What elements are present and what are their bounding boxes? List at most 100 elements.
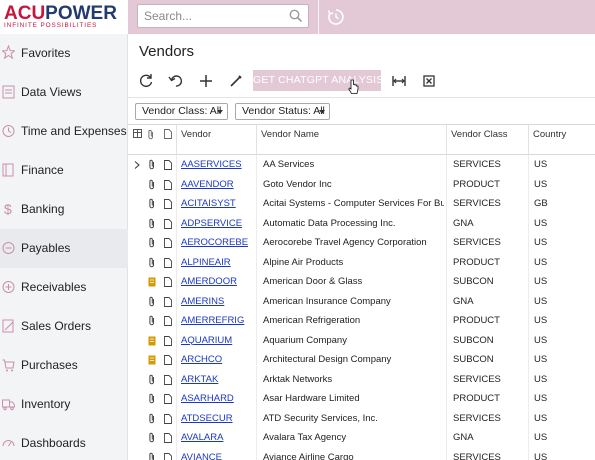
table-row[interactable]: ASARHARD Asar Hardware Limited PRODUCT US [128,389,595,409]
sidebar-item-finance[interactable]: Finance [0,151,128,190]
file-icon[interactable] [164,433,172,443]
file-icon[interactable] [164,179,172,190]
table-row[interactable]: AVALARA Avalara Tax Agency GNA US [128,428,595,448]
history-icon[interactable] [325,6,347,28]
vendor-id-link[interactable]: AMERINS [181,292,255,312]
country-cell: US [534,373,548,385]
sidebar-item-receivables[interactable]: Receivables [0,268,128,307]
sidebar-item-payables[interactable]: Payables [0,229,128,268]
note-icon[interactable] [148,336,156,346]
vendor-id-link[interactable]: ATDSECUR [181,409,255,429]
refresh-icon[interactable] [136,71,156,91]
file-icon[interactable] [164,355,172,365]
sidebar-item-label: Banking [21,202,65,216]
file-icon[interactable] [164,452,172,460]
sidebar-item-data-views[interactable]: Data Views [0,73,128,112]
plus-icon[interactable] [196,71,216,91]
table-row[interactable]: AEROCOREBE Aerocorebe Travel Agency Corpo… [128,233,595,253]
vendor-id-link[interactable]: AVIANCE [181,448,255,460]
table-row[interactable]: ALPINEAIR Alpine Air Products PRODUCT US [128,252,595,273]
paperclip-icon[interactable] [148,393,156,404]
file-icon[interactable] [164,257,172,268]
table-row[interactable]: ARCHCO Architectural Design Company SUBCON… [128,350,595,370]
sidebar-item-inventory[interactable]: Inventory [0,385,128,424]
sidebar-item-purchases[interactable]: Purchases [0,346,128,385]
fit-columns-icon[interactable] [389,71,409,91]
column-header-vendor[interactable]: Vendor [181,125,211,154]
table-row[interactable]: AMERINS American Insurance Company GNA US [128,291,595,312]
table-row[interactable]: AVIANCE Aviance Airline Cargo SERVICES US [128,447,595,460]
note-icon[interactable] [148,355,156,365]
paperclip-icon[interactable] [148,413,156,424]
vendor-class-cell: SUBCON [453,354,494,365]
row-selector-icon[interactable] [134,161,140,169]
sidebar-item-favorites[interactable]: Favorites [0,34,128,73]
paperclip-icon[interactable] [148,218,156,229]
vendor-id-link[interactable]: ACITAISYST [181,194,255,214]
file-icon[interactable] [164,238,172,248]
sidebar-item-sales-orders[interactable]: Sales Orders [0,307,128,346]
pencil-icon[interactable] [226,71,246,91]
vendor-name-cell: Aerocorebe Travel Agency Corporation [263,237,427,248]
vendor-id-link[interactable]: ARCHCO [181,350,255,370]
paperclip-icon[interactable] [148,374,156,385]
grid-settings-icon[interactable] [133,129,143,139]
vendor-id-link[interactable]: AASERVICES [181,155,255,175]
paperclip-icon[interactable] [148,452,156,460]
table-row[interactable]: ARKTAK Arktak Networks SERVICES US [128,369,595,390]
paperclip-icon[interactable] [148,296,156,307]
sidebar-item-banking[interactable]: $ Banking [0,190,128,229]
table-row[interactable]: AMERDOOR American Door & Glass SUBCON US [128,272,595,292]
table-row[interactable]: AMERREFRIG American Refrigeration PRODUCT U… [128,311,595,331]
file-icon[interactable] [164,374,172,385]
vendor-id-link[interactable]: ARKTAK [181,370,255,390]
paperclip-icon[interactable] [148,432,156,443]
vendor-id-link[interactable]: AAVENDOR [181,175,255,195]
file-icon[interactable] [164,296,172,307]
table-row[interactable]: AQUARIUM Aquarium Company SUBCON US [128,330,595,351]
file-icon[interactable] [164,160,172,170]
table-row[interactable]: AAVENDOR Goto Vendor Inc PRODUCT US [128,174,595,195]
file-icon[interactable] [164,316,172,326]
paperclip-icon[interactable] [148,159,156,170]
paperclip-icon[interactable] [148,315,156,326]
paperclip-icon[interactable] [148,257,156,268]
file-icon[interactable] [164,413,172,424]
file-icon[interactable] [164,335,172,346]
vendor-id-link[interactable]: AQUARIUM [181,331,255,351]
vendor-id-link[interactable]: ADPSERVICE [181,214,255,234]
vendor-id-link[interactable]: AEROCOREBE [181,233,255,253]
search-icon[interactable] [289,9,303,23]
paperclip-icon[interactable] [148,237,156,248]
table-row[interactable]: ATDSECUR ATD Security Services, Inc. SERVI… [128,408,595,429]
search-box[interactable] [137,4,309,28]
vendor-id-link[interactable]: AVALARA [181,428,255,448]
file-icon[interactable] [164,394,172,404]
sidebar-item-time-and-expenses[interactable]: Time and Expenses [0,112,128,151]
vendor-id-link[interactable]: ASARHARD [181,389,255,409]
file-icon[interactable] [164,277,172,287]
excel-export-icon[interactable] [419,71,439,91]
get-chatgpt-analysis-button[interactable]: GET CHATGPT ANALYSIS [253,70,383,91]
table-row[interactable]: ADPSERVICE Automatic Data Processing Inc.… [128,213,595,234]
sidebar-item-dashboards[interactable]: Dashboards [0,424,128,460]
logo[interactable]: ACUPOWER INFINITE POSSIBILITIES [0,0,128,34]
table-row[interactable]: AASERVICES AA Services SERVICES US [128,155,595,175]
vendor-id-link[interactable]: AMERREFRIG [181,311,255,331]
table-row[interactable]: ACITAISYST Acitai Systems - Computer Serv… [128,194,595,214]
vendor-class-filter[interactable]: Vendor Class: All [135,103,228,120]
undo-icon[interactable] [166,71,186,91]
paperclip-icon[interactable] [148,198,156,209]
file-icon[interactable] [164,199,172,209]
column-header-country[interactable]: Country [533,125,566,154]
logo-text-acu: ACU [4,3,46,24]
paperclip-icon[interactable] [148,179,156,190]
column-header-vendor-name[interactable]: Vendor Name [261,125,319,154]
vendor-id-link[interactable]: AMERDOOR [181,272,255,292]
note-icon[interactable] [148,277,156,287]
vendor-id-link[interactable]: ALPINEAIR [181,253,255,273]
file-icon[interactable] [164,218,172,229]
column-header-vendor-class[interactable]: Vendor Class [451,125,508,154]
search-input[interactable] [138,5,288,27]
vendor-status-filter[interactable]: Vendor Status: All [235,103,330,120]
